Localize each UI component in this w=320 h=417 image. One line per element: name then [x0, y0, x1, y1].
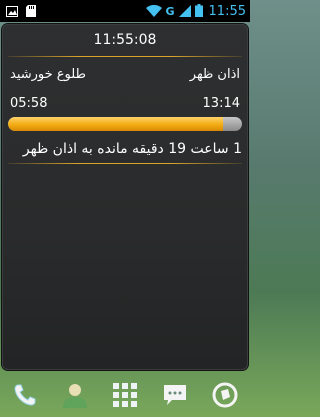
prayer-name: اذان ظهر — [189, 67, 240, 82]
battery-icon — [194, 2, 203, 21]
network-type-label: G — [165, 4, 175, 18]
prayer-times-widget[interactable]: 11:55:08 طلوع خورشید اذان ظهر 05:58 13:1… — [2, 24, 248, 370]
phone-icon[interactable] — [10, 380, 40, 410]
wifi-icon — [145, 2, 162, 21]
messaging-icon[interactable] — [160, 380, 190, 410]
top-divider — [8, 56, 242, 57]
time-progress-bar — [8, 117, 242, 131]
browser-icon[interactable] — [210, 380, 240, 410]
remaining-time-text: 1 ساعت 19 دقیقه مانده به اذان ظهر — [22, 141, 242, 157]
prayer-time: 13:14 — [202, 96, 240, 111]
bottom-divider — [8, 163, 242, 164]
app-dock — [0, 372, 250, 417]
signal-icon — [178, 2, 191, 21]
sunrise-label: طلوع خورشید — [10, 67, 86, 82]
contacts-icon[interactable] — [60, 380, 90, 410]
sd-card-icon — [26, 2, 36, 21]
time-progress-fill — [8, 117, 224, 131]
status-time: 11:55 — [208, 3, 246, 19]
app-drawer-icon[interactable] — [110, 380, 140, 410]
status-bar: G 11:55 — [0, 0, 250, 22]
image-icon — [6, 2, 18, 21]
sunrise-time: 05:58 — [10, 96, 48, 111]
widget-clock: 11:55:08 — [93, 32, 157, 48]
